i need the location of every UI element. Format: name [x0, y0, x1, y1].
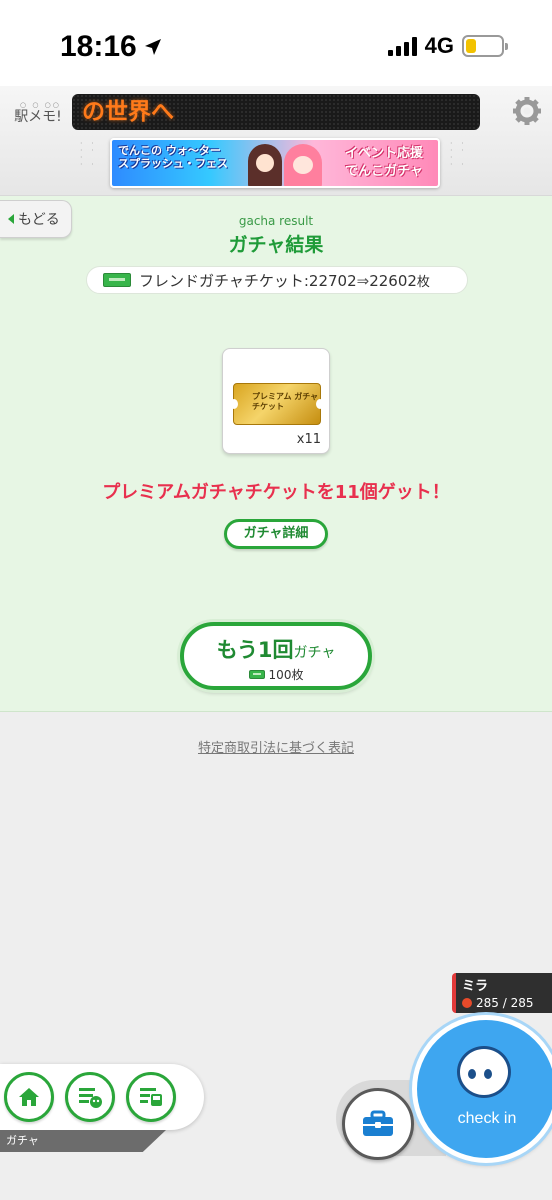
nav-home-button[interactable] [4, 1072, 54, 1122]
gacha-detail-button[interactable]: ガチャ詳細 [224, 519, 328, 549]
bottom-nav [0, 1064, 204, 1130]
again-suffix: ガチャ [293, 645, 336, 661]
legal-notice-link[interactable]: 特定商取引法に基づく表記 [0, 737, 552, 756]
banner-characters [238, 140, 330, 186]
again-cost-text: 100枚 [268, 668, 304, 682]
checkin-label: check in [457, 1110, 517, 1127]
page-subtitle: gacha result [238, 214, 314, 228]
battery-icon [462, 35, 508, 57]
again-main-text: もう1回 [216, 638, 294, 662]
character-hp: 285 / 285 [462, 996, 546, 1010]
reward-quantity: x11 [296, 432, 321, 447]
again-cost: 100枚 [184, 666, 368, 683]
list-train-icon [140, 1088, 162, 1106]
event-banner[interactable]: でんこの ウォ〜ター スプラッシュ・フェス イベント応援 でんこガチャ [110, 138, 440, 188]
status-time: 18:16 [60, 30, 163, 64]
reward-card: プレミアム ガチャチケット x11 [222, 348, 330, 454]
banner-next-indicator: · · · · · · · [450, 139, 467, 169]
battery-level [466, 39, 476, 53]
home-icon [19, 1088, 39, 1106]
again-label: もう1回ガチャ [184, 634, 368, 664]
premium-ticket-text: プレミアム ガチャチケット [252, 392, 319, 411]
nav-denko-list-button[interactable] [65, 1072, 115, 1122]
ticket-count-bar: フレンドガチャチケット:22702⇒22602枚 [86, 266, 468, 294]
led-ticker: の世界へ [72, 94, 480, 130]
location-arrow-icon [144, 39, 161, 55]
hp-icon [462, 998, 472, 1008]
network-type: 4G [424, 33, 454, 58]
ticket-arrow: ⇒ [356, 271, 370, 290]
banner-line-1: イベント応援 [344, 146, 423, 161]
checkin-button[interactable]: check in [412, 1015, 552, 1163]
cost-ticket-icon [248, 670, 265, 679]
ticket-count-text: フレンドガチャチケット:22702⇒22602枚 [139, 270, 430, 291]
banner-line-2: でんこガチャ [345, 164, 423, 179]
current-section-label: ガチャ [0, 1130, 166, 1152]
nav-station-list-button[interactable] [126, 1072, 176, 1122]
gacha-result-panel: もどる gacha result ガチャ結果 フレンドガチャチケット:22702… [0, 196, 552, 712]
status-bar: 18:16 4G [0, 0, 552, 86]
premium-ticket-icon: プレミアム ガチャチケット [230, 383, 324, 425]
ticket-before: 22702 [308, 271, 357, 290]
signal-icon [387, 36, 417, 56]
banner-character-2 [284, 144, 322, 186]
gear-icon[interactable] [512, 96, 542, 126]
banner-gacha-label: イベント応援 でんこガチャ [330, 140, 438, 186]
status-indicators: 4G [387, 33, 508, 59]
briefcase-icon [363, 1110, 393, 1136]
page-title: ガチャ結果 [228, 234, 324, 256]
character-hp-text: 285 / 285 [476, 996, 534, 1010]
ticket-label: フレンドガチャチケット: [139, 271, 309, 290]
ticket-after: 22602 [369, 271, 417, 290]
logo-text: 駅メモ! [14, 109, 62, 125]
app-logo: ○ ○ ○○ 駅メモ! [14, 101, 62, 125]
item-bag-button[interactable] [342, 1088, 414, 1160]
gacha-again-button[interactable]: もう1回ガチャ 100枚 [180, 622, 372, 690]
checkin-mascot-icon [457, 1046, 511, 1098]
banner-prev-indicator: · · · · · · · [80, 139, 97, 169]
banner-character-1 [248, 144, 282, 186]
list-denko-icon [79, 1088, 102, 1108]
character-name: ミラ [462, 979, 489, 994]
character-status: ミラ 285 / 285 [452, 973, 552, 1013]
banner-event-title: でんこの ウォ〜ター スプラッシュ・フェス [118, 144, 228, 170]
friend-ticket-icon [103, 273, 131, 287]
ticket-unit: 枚 [416, 274, 430, 290]
result-message: プレミアムガチャチケットを11個ゲット！ [102, 482, 450, 503]
clock-text: 18:16 [60, 30, 137, 63]
